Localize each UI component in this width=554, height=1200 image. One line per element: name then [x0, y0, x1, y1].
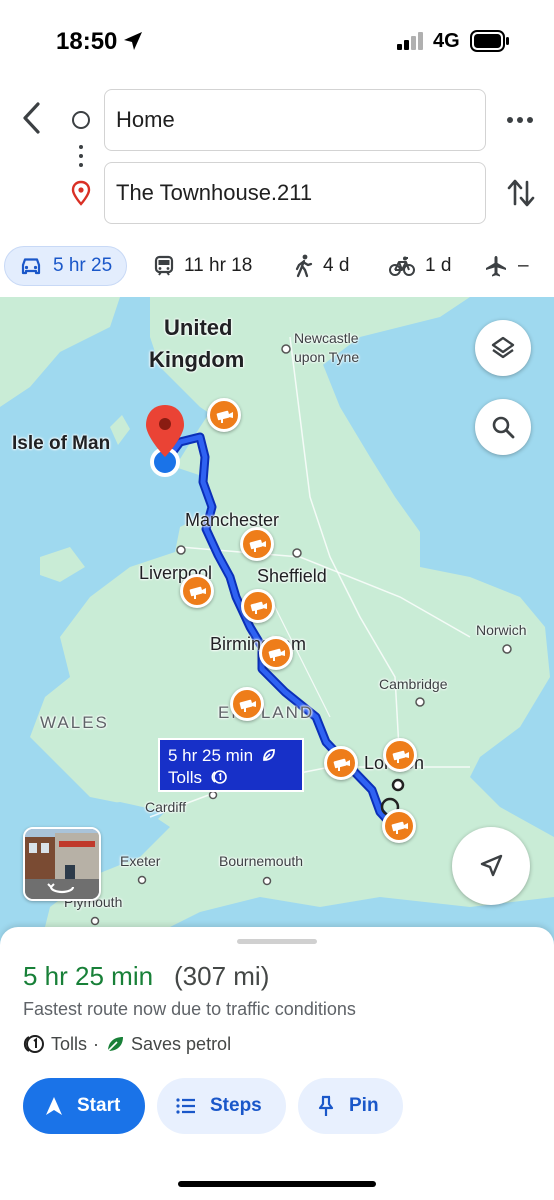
- map-label-cardiff: Cardiff: [145, 799, 186, 815]
- map-label-exeter: Exeter: [120, 853, 161, 869]
- toll-icon: [211, 770, 227, 784]
- speed-camera-icon[interactable]: [259, 636, 293, 670]
- route-duration: 5 hr 25 min: [23, 961, 154, 991]
- map-label-newcastle-2: upon Tyne: [294, 349, 360, 365]
- eco-leaf-icon: [262, 749, 275, 761]
- speed-camera-icon[interactable]: [180, 574, 214, 608]
- mode-flight[interactable]: –: [484, 246, 529, 286]
- speed-camera-icon[interactable]: [382, 809, 416, 843]
- home-indicator[interactable]: [178, 1181, 376, 1187]
- status-bar: 18:50 4G: [0, 0, 554, 84]
- mode-bike-label: 1 d: [425, 255, 452, 276]
- destination-field[interactable]: The Townhouse.211: [104, 162, 486, 224]
- origin-circle-icon: [72, 111, 90, 129]
- mode-drive-label: 5 hr 25: [53, 255, 113, 276]
- route-callout[interactable]: 5 hr 25 min Tolls: [158, 738, 304, 792]
- map-label-wales: WALES: [40, 713, 109, 732]
- pin-button[interactable]: Pin: [298, 1078, 403, 1134]
- bicycle-icon: [389, 256, 415, 276]
- saves-petrol-label: Saves petrol: [131, 1033, 232, 1054]
- sheet-drag-handle[interactable]: [237, 939, 317, 944]
- map-label-united: United: [164, 315, 233, 340]
- speed-camera-icon[interactable]: [230, 687, 264, 721]
- travel-mode-bar: 5 hr 25 11 hr 18 4 d 1 d –: [0, 246, 554, 288]
- layers-icon: [491, 336, 515, 359]
- train-icon: [154, 255, 174, 276]
- status-time: 18:50: [56, 28, 118, 55]
- airplane-icon: [486, 256, 506, 277]
- navigation-arrow-icon: [46, 1097, 62, 1115]
- car-icon: [21, 258, 41, 275]
- route-distance: (307 mi): [174, 961, 270, 991]
- map-label-kingdom: Kingdom: [149, 347, 245, 372]
- steps-button-label: Steps: [210, 1095, 262, 1116]
- map-label-norwich: Norwich: [476, 622, 527, 638]
- layers-button[interactable]: [475, 320, 531, 376]
- search-icon: [492, 416, 515, 439]
- map-label-cambridge: Cambridge: [379, 676, 448, 692]
- back-arrow-icon[interactable]: [18, 100, 48, 136]
- start-button[interactable]: Start: [23, 1078, 145, 1134]
- map-label-isle-of-man: Isle of Man: [12, 433, 111, 454]
- tag-separator: ·: [93, 1033, 100, 1054]
- speed-camera-icon[interactable]: [240, 527, 274, 561]
- more-options-icon[interactable]: [506, 110, 534, 130]
- mode-transit[interactable]: 11 hr 18: [154, 246, 252, 286]
- route-tags: Tolls · Saves petrol: [23, 1033, 231, 1055]
- toll-icon: [23, 1035, 44, 1053]
- map-label-manchester: Manchester: [185, 510, 280, 530]
- speed-camera-icon[interactable]: [241, 589, 275, 623]
- start-button-label: Start: [77, 1095, 121, 1116]
- map-label-sheffield: Sheffield: [257, 566, 327, 586]
- walking-icon: [295, 254, 313, 278]
- speed-camera-icon[interactable]: [207, 398, 241, 432]
- mode-walk[interactable]: 4 d: [293, 246, 349, 286]
- map-view[interactable]: United Kingdom Newcastle upon Tyne Isle …: [0, 297, 554, 947]
- speed-camera-icon[interactable]: [383, 738, 417, 772]
- mode-flight-label: –: [518, 255, 529, 276]
- network-type: 4G: [433, 30, 460, 52]
- cellular-signal-icon: [397, 32, 423, 50]
- map-label-bournemouth: Bournemouth: [219, 853, 304, 869]
- destination-pin-icon: [71, 180, 91, 206]
- recenter-button[interactable]: [452, 827, 530, 905]
- street-view-photo: [25, 829, 99, 899]
- mode-bike[interactable]: 1 d: [389, 246, 451, 286]
- speed-camera-icon[interactable]: [324, 746, 358, 780]
- steps-button[interactable]: Steps: [157, 1078, 286, 1134]
- route-summary-sheet: 5 hr 25 min (307 mi) Fastest route now d…: [0, 927, 554, 1200]
- route-connector-icon: [78, 145, 84, 172]
- mode-walk-label: 4 d: [323, 255, 350, 276]
- search-along-route-button[interactable]: [475, 399, 531, 455]
- pin-button-label: Pin: [349, 1095, 379, 1116]
- route-callout-time: 5 hr 25 min: [168, 745, 294, 767]
- navigation-arrow-icon: [480, 854, 503, 877]
- eco-leaf-icon: [107, 1037, 124, 1052]
- origin-field[interactable]: Home: [104, 89, 486, 151]
- route-callout-tolls: Tolls: [168, 767, 294, 789]
- battery-icon: [470, 30, 509, 52]
- pushpin-icon: [318, 1095, 334, 1116]
- tolls-label: Tolls: [51, 1033, 88, 1054]
- map-label-newcastle-1: Newcastle: [294, 330, 359, 346]
- street-view-thumbnail[interactable]: [23, 827, 101, 901]
- list-icon: [176, 1098, 195, 1114]
- mode-drive[interactable]: 5 hr 25: [4, 246, 128, 286]
- route-reason: Fastest route now due to traffic conditi…: [23, 999, 356, 1019]
- location-arrow-icon: [124, 32, 142, 50]
- mode-transit-label: 11 hr 18: [184, 255, 253, 276]
- swap-directions-icon[interactable]: [506, 176, 536, 210]
